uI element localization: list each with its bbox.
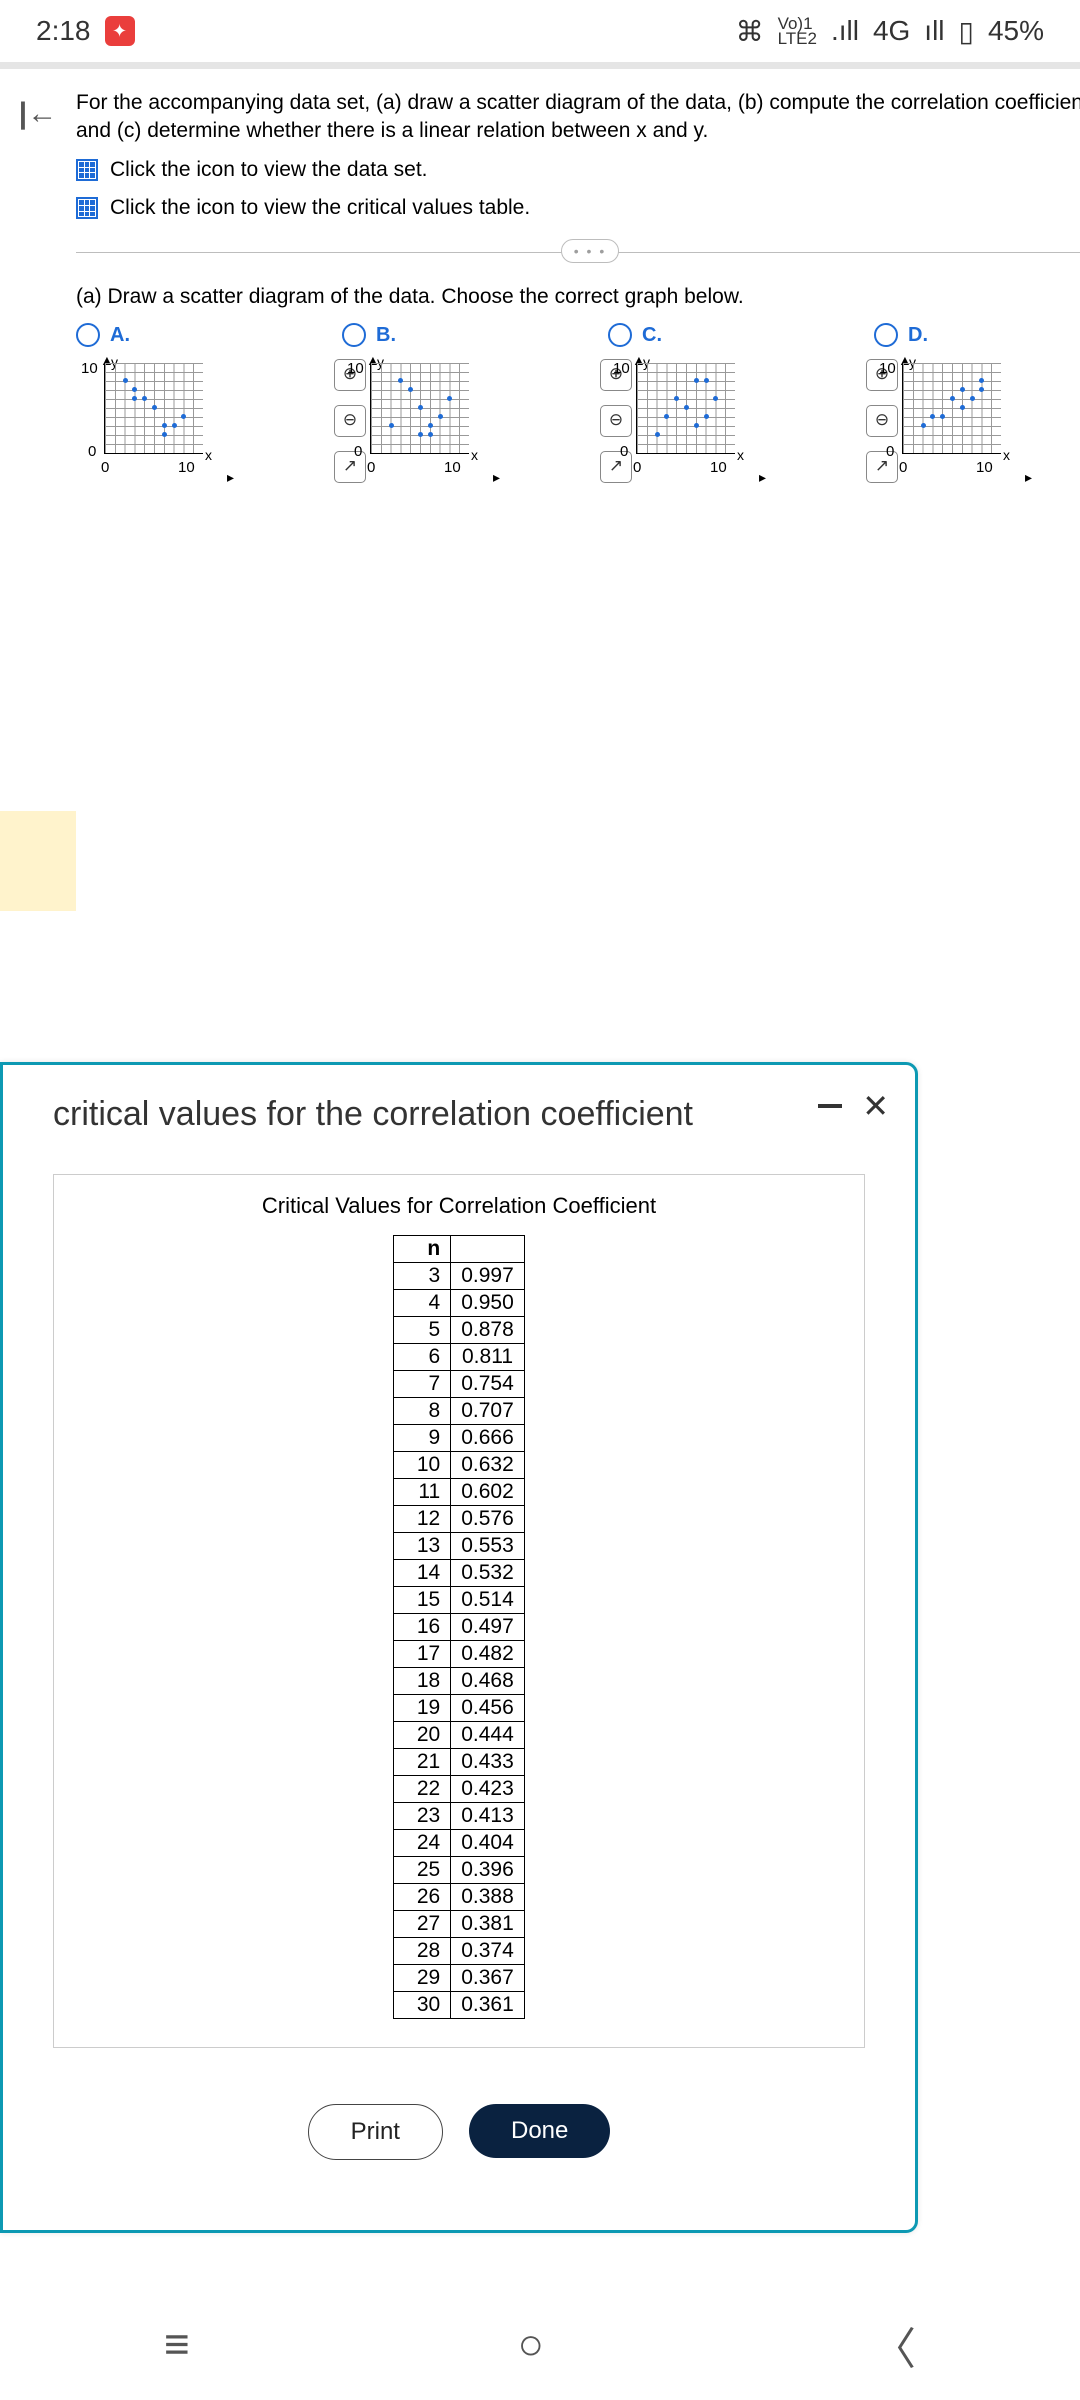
table-row: 40.950 [394, 1290, 525, 1317]
table-row: 300.361 [394, 1992, 525, 2019]
table-row: 50.878 [394, 1317, 525, 1344]
done-button[interactable]: Done [469, 2104, 610, 2158]
question-prompt: For the accompanying data set, (a) draw … [76, 89, 1080, 146]
table-row: 210.433 [394, 1749, 525, 1776]
popup-subtitle: Critical Values for Correlation Coeffici… [74, 1193, 844, 1219]
back-icon[interactable]: 〈 [872, 2313, 916, 2377]
minimize-icon[interactable] [818, 1104, 842, 1108]
radio-option-b[interactable]: B. [342, 322, 572, 349]
status-time: 2:18 [36, 15, 91, 47]
table-row: 60.811 [394, 1344, 525, 1371]
print-button[interactable]: Print [308, 2104, 443, 2160]
critical-values-table: n 30.99740.95050.87860.81170.75480.70790… [393, 1235, 525, 2019]
table-row: 200.444 [394, 1722, 525, 1749]
radio-icon[interactable] [608, 323, 632, 347]
table-row: 160.497 [394, 1614, 525, 1641]
key-icon: ⌘ [736, 15, 764, 48]
radio-option-a[interactable]: A. [76, 322, 306, 349]
radio-option-c[interactable]: C. [608, 322, 838, 349]
table-row: 90.666 [394, 1425, 525, 1452]
table-row: 70.754 [394, 1371, 525, 1398]
battery-icon: ▯ [959, 15, 974, 48]
scatter-plot-b: yx▲100010▸ [342, 357, 492, 477]
link-critical-values[interactable]: Click the icon to view the critical valu… [76, 194, 1080, 222]
table-row: 120.576 [394, 1506, 525, 1533]
link-data-set[interactable]: Click the icon to view the data set. [76, 156, 1080, 184]
left-rail: |← [0, 69, 76, 911]
status-bar: 2:18 ✦ ⌘ Vo)1LTE2 .ıll 4G ıll ▯ 45% [0, 0, 1080, 67]
table-row: 230.413 [394, 1803, 525, 1830]
android-nav-bar: ≡ ○ 〈 [0, 2290, 1080, 2400]
table-row: 270.381 [394, 1911, 525, 1938]
close-icon[interactable]: ✕ [862, 1087, 889, 1125]
popup-title: critical values for the correlation coef… [53, 1095, 865, 1134]
recent-apps-icon[interactable]: ≡ [164, 2320, 190, 2370]
home-icon[interactable]: ○ [518, 2320, 545, 2370]
table-row: 110.602 [394, 1479, 525, 1506]
table-row: 80.707 [394, 1398, 525, 1425]
highlight-marker [0, 811, 76, 911]
option-label: A. [110, 322, 130, 349]
table-row: 180.468 [394, 1668, 525, 1695]
table-row: 30.997 [394, 1263, 525, 1290]
radio-icon[interactable] [76, 323, 100, 347]
choice-c: C.yx▲100010▸⊕⊖↗ [608, 322, 838, 477]
choice-b: B.yx▲100010▸⊕⊖↗ [342, 322, 572, 477]
table-row: 220.423 [394, 1776, 525, 1803]
rocket-icon: ✦ [105, 16, 135, 46]
net-label: Vo)1LTE2 [778, 16, 817, 47]
signal2-icon: ıll [924, 15, 944, 47]
scatter-plot-d: yx▲100010▸ [874, 357, 1024, 477]
table-icon [76, 197, 98, 219]
radio-icon[interactable] [342, 323, 366, 347]
collapse-icon[interactable]: |← [19, 97, 57, 131]
table-row: 240.404 [394, 1830, 525, 1857]
table-row: 100.632 [394, 1452, 525, 1479]
choice-d: D.yx▲100010▸⊕⊖↗ [874, 322, 1080, 477]
table-row: 260.388 [394, 1884, 525, 1911]
net-4g: 4G [873, 15, 910, 47]
table-row: 170.482 [394, 1641, 525, 1668]
table-row: 130.553 [394, 1533, 525, 1560]
table-row: 190.456 [394, 1695, 525, 1722]
table-row: 250.396 [394, 1857, 525, 1884]
table-row: 150.514 [394, 1587, 525, 1614]
battery-pct: 45% [988, 15, 1044, 47]
radio-icon[interactable] [874, 323, 898, 347]
table-row: 290.367 [394, 1965, 525, 1992]
signal-icon: .ıll [831, 15, 859, 47]
choice-a: A.yx▲100010▸⊕⊖↗ [76, 322, 306, 477]
table-row: 140.532 [394, 1560, 525, 1587]
scatter-plot-a: yx▲100010▸ [76, 357, 226, 477]
option-label: D. [908, 322, 928, 349]
critical-values-popup: ✕ critical values for the correlation co… [0, 1062, 918, 2233]
table-icon [76, 159, 98, 181]
option-label: B. [376, 322, 396, 349]
part-a-prompt: (a) Draw a scatter diagram of the data. … [76, 283, 1080, 311]
option-label: C. [642, 322, 662, 349]
table-row: 280.374 [394, 1938, 525, 1965]
expand-icon[interactable]: • • • [561, 239, 619, 263]
popup-body: Critical Values for Correlation Coeffici… [53, 1174, 865, 2048]
radio-option-d[interactable]: D. [874, 322, 1080, 349]
scatter-plot-c: yx▲100010▸ [608, 357, 758, 477]
